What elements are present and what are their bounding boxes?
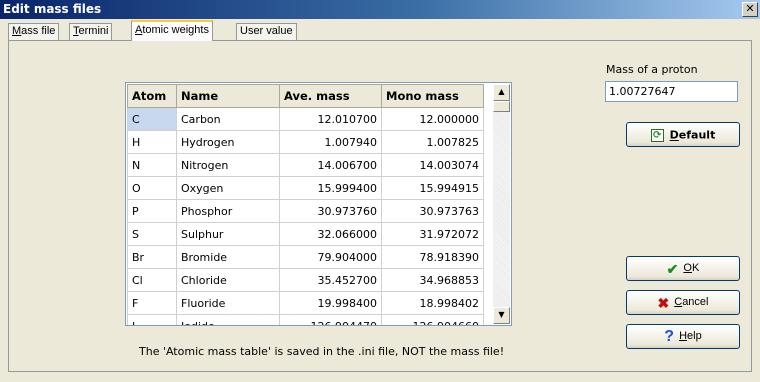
- ave-mass-cell[interactable]: 1.007940: [279, 130, 382, 154]
- atom-cell[interactable]: O: [127, 176, 177, 200]
- tab-mass-file[interactable]: Mass file: [8, 23, 60, 40]
- name-cell[interactable]: Bromide: [176, 245, 280, 269]
- name-cell[interactable]: Fluoride: [176, 291, 280, 315]
- mono-mass-cell[interactable]: 34.968853: [381, 268, 484, 292]
- default-button[interactable]: ⟳ Default: [626, 122, 740, 147]
- scroll-thumb[interactable]: [493, 101, 510, 112]
- close-icon[interactable]: ✕: [742, 2, 758, 17]
- mono-mass-cell[interactable]: 14.003074: [381, 153, 484, 177]
- column-header-atom[interactable]: Atom: [127, 84, 177, 108]
- name-cell[interactable]: Sulphur: [176, 222, 280, 246]
- mono-mass-cell[interactable]: 78.918390: [381, 245, 484, 269]
- table-row[interactable]: S Sulphur 32.066000 31.972072: [127, 222, 484, 246]
- table-row[interactable]: H Hydrogen 1.007940 1.007825: [127, 130, 484, 154]
- atom-cell[interactable]: Cl: [127, 268, 177, 292]
- scroll-up-icon[interactable]: ▲: [493, 84, 510, 101]
- name-cell[interactable]: Carbon: [176, 107, 280, 131]
- ave-mass-cell[interactable]: 35.452700: [279, 268, 382, 292]
- ave-mass-cell[interactable]: 126.904470: [279, 314, 382, 325]
- save-location-note: The 'Atomic mass table' is saved in the …: [139, 345, 505, 358]
- atom-cell[interactable]: H: [127, 130, 177, 154]
- checkmark-icon: ✔: [666, 260, 679, 277]
- ave-mass-cell[interactable]: 30.973760: [279, 199, 382, 223]
- help-button[interactable]: ? Help: [626, 324, 740, 349]
- ave-mass-cell[interactable]: 32.066000: [279, 222, 382, 246]
- column-header-name[interactable]: Name: [176, 84, 280, 108]
- name-cell[interactable]: Chloride: [176, 268, 280, 292]
- mono-mass-cell[interactable]: 18.998402: [381, 291, 484, 315]
- title-bar: Edit mass files ✕: [0, 0, 760, 19]
- scroll-down-icon[interactable]: ▼: [493, 307, 510, 324]
- question-icon: ?: [664, 327, 675, 345]
- table-row[interactable]: N Nitrogen 14.006700 14.003074: [127, 153, 484, 177]
- window-title: Edit mass files: [3, 2, 102, 16]
- atom-cell[interactable]: S: [127, 222, 177, 246]
- ok-button[interactable]: ✔ OK: [626, 256, 740, 281]
- table-header-row: Atom Name Ave. mass Mono mass: [127, 84, 484, 108]
- atom-cell[interactable]: P: [127, 199, 177, 223]
- ave-mass-cell[interactable]: 79.904000: [279, 245, 382, 269]
- ave-mass-cell[interactable]: 14.006700: [279, 153, 382, 177]
- atom-cell[interactable]: N: [127, 153, 177, 177]
- mono-mass-cell[interactable]: 31.972072: [381, 222, 484, 246]
- ave-mass-cell[interactable]: 15.999400: [279, 176, 382, 200]
- name-cell[interactable]: Nitrogen: [176, 153, 280, 177]
- table-row[interactable]: Br Bromide 79.904000 78.918390: [127, 245, 484, 269]
- atomic-weights-table: Atom Name Ave. mass Mono mass C Carbon 12.…: [127, 84, 484, 325]
- atomic-weights-grid[interactable]: Atom Name Ave. mass Mono mass C Carbon 12.…: [125, 82, 512, 326]
- mono-mass-cell[interactable]: 15.994915: [381, 176, 484, 200]
- table-row[interactable]: F Fluoride 19.998400 18.998402: [127, 291, 484, 315]
- name-cell[interactable]: Iodide: [176, 314, 280, 325]
- ave-mass-cell[interactable]: 12.010700: [279, 107, 382, 131]
- name-cell[interactable]: Hydrogen: [176, 130, 280, 154]
- mono-mass-cell[interactable]: 30.973763: [381, 199, 484, 223]
- atom-cell[interactable]: C: [127, 107, 177, 131]
- tab-user-value[interactable]: User value: [236, 23, 297, 40]
- proton-mass-label: Mass of a proton: [606, 63, 698, 76]
- name-cell[interactable]: Phosphor: [176, 199, 280, 223]
- vertical-scrollbar[interactable]: ▲ ▼: [493, 84, 510, 324]
- proton-mass-input[interactable]: [605, 81, 738, 102]
- atom-cell[interactable]: I: [127, 314, 177, 325]
- mono-mass-cell[interactable]: 126.904660: [381, 314, 484, 325]
- name-cell[interactable]: Oxygen: [176, 176, 280, 200]
- table-row[interactable]: I Iodide 126.904470 126.904660: [127, 314, 484, 325]
- cancel-button[interactable]: ✖ Cancel: [626, 290, 740, 315]
- atom-cell[interactable]: F: [127, 291, 177, 315]
- table-row[interactable]: O Oxygen 15.999400 15.994915: [127, 176, 484, 200]
- refresh-icon: ⟳: [650, 128, 664, 142]
- mono-mass-cell[interactable]: 1.007825: [381, 130, 484, 154]
- column-header-mono-mass[interactable]: Mono mass: [381, 84, 484, 108]
- mono-mass-cell[interactable]: 12.000000: [381, 107, 484, 131]
- tab-termini[interactable]: Termini: [69, 23, 113, 40]
- ave-mass-cell[interactable]: 19.998400: [279, 291, 382, 315]
- tab-atomic-weights[interactable]: Atomic weights: [131, 20, 213, 41]
- column-header-ave-mass[interactable]: Ave. mass: [279, 84, 382, 108]
- table-row[interactable]: P Phosphor 30.973760 30.973763: [127, 199, 484, 223]
- atom-cell[interactable]: Br: [127, 245, 177, 269]
- table-row[interactable]: Cl Chloride 35.452700 34.968853: [127, 268, 484, 292]
- table-row[interactable]: C Carbon 12.010700 12.000000: [127, 107, 484, 131]
- x-icon: ✖: [657, 294, 670, 311]
